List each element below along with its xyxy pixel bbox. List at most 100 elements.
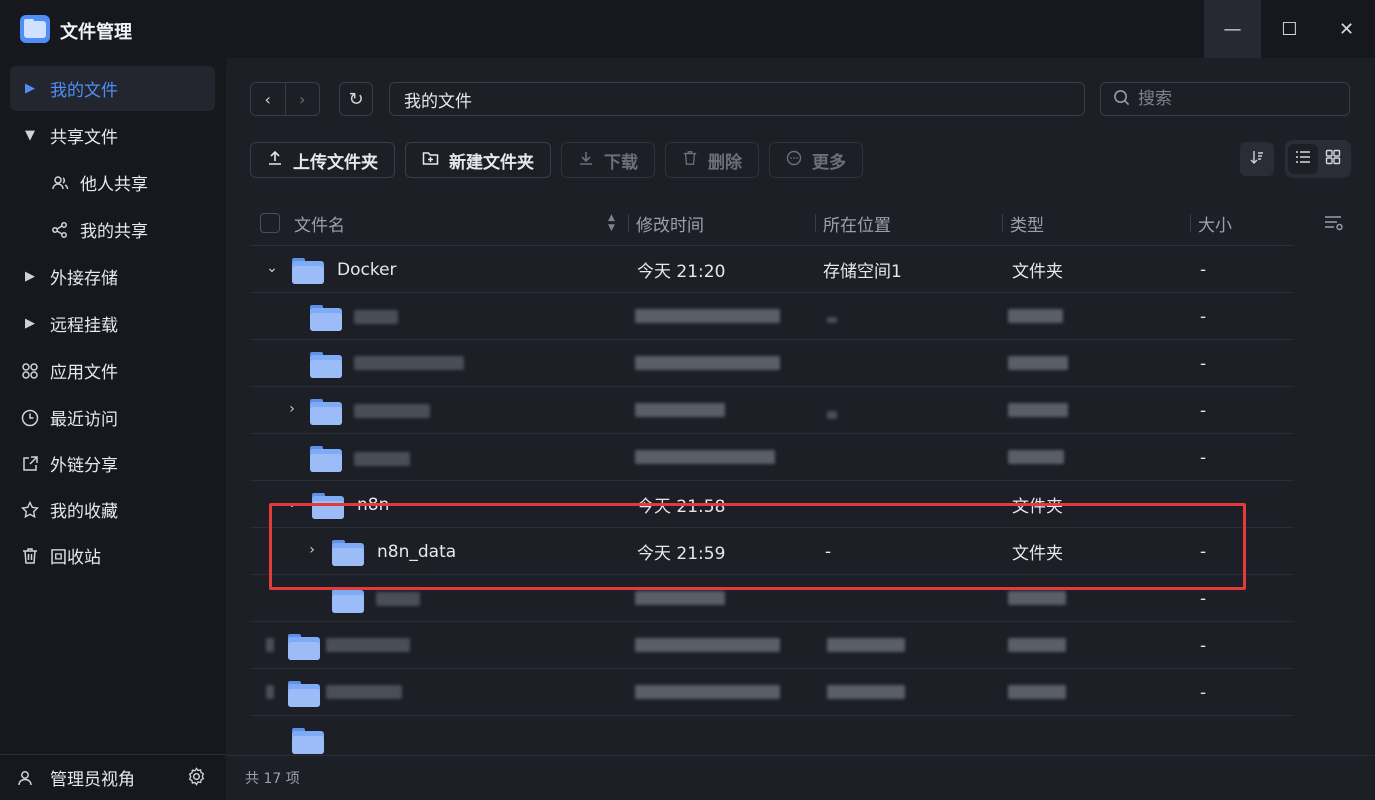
gear-icon[interactable] <box>187 767 206 791</box>
sidebar-item-label: 我的收藏 <box>50 502 118 522</box>
table-row[interactable] <box>250 716 1294 756</box>
redacted-text <box>266 685 274 699</box>
title-bar: 文件管理 — ☐ ✕ <box>0 0 1375 58</box>
new-folder-label: 新建文件夹 <box>449 152 534 173</box>
file-type: 文件夹 <box>1012 262 1063 282</box>
table-row[interactable]: › - <box>250 387 1294 434</box>
minimize-button[interactable]: — <box>1204 0 1261 58</box>
sort-icon <box>1249 149 1265 169</box>
folder-icon <box>310 305 342 331</box>
sidebar-item-trash[interactable]: 回收站 <box>10 533 215 578</box>
more-label: 更多 <box>812 152 846 173</box>
table-row[interactable]: - <box>250 293 1294 340</box>
history-nav: ‹ › <box>250 82 320 116</box>
table-row[interactable]: - <box>250 434 1294 481</box>
chevron-right-icon[interactable]: › <box>284 401 300 417</box>
sidebar-item-my-files[interactable]: ▶ 我的文件 <box>10 66 215 111</box>
upload-icon <box>267 150 283 170</box>
file-size: - <box>1200 494 1207 515</box>
sidebar-item-recent[interactable]: 最近访问 <box>10 395 215 440</box>
column-name[interactable]: 文件名 <box>294 200 345 246</box>
redacted-text <box>266 638 274 652</box>
file-size: - <box>1200 682 1207 703</box>
table-row[interactable]: - <box>250 669 1294 716</box>
redacted-text <box>635 309 780 323</box>
refresh-button[interactable]: ↻ <box>339 82 373 116</box>
table-row[interactable]: - <box>250 340 1294 387</box>
new-folder-button[interactable]: 新建文件夹 <box>405 142 551 178</box>
file-modified: 今天 21:59 <box>637 544 726 564</box>
close-button[interactable]: ✕ <box>1318 0 1375 58</box>
sidebar-item-favorites[interactable]: 我的收藏 <box>10 487 215 532</box>
sidebar-item-app-files[interactable]: 应用文件 <box>10 348 215 393</box>
chevron-down-icon[interactable]: ⌄ <box>284 495 300 511</box>
column-settings-icon[interactable] <box>1324 214 1344 237</box>
more-icon <box>786 150 802 170</box>
sort-arrows-icon[interactable]: ▲ ▼ <box>608 213 615 233</box>
chevron-right-icon[interactable]: › <box>304 542 320 558</box>
maximize-button[interactable]: ☐ <box>1261 0 1318 58</box>
window-controls: — ☐ ✕ <box>1204 0 1375 58</box>
download-button[interactable]: 下载 <box>561 142 655 178</box>
chevron-right-icon: › <box>299 89 306 109</box>
file-type: 文件夹 <box>1012 544 1063 564</box>
table-row[interactable]: ⌄ n8n 今天 21:58 - 文件夹 - <box>250 481 1294 528</box>
sidebar-item-label: 远程挂载 <box>50 316 118 336</box>
more-button[interactable]: 更多 <box>769 142 863 178</box>
search-box <box>1100 82 1350 116</box>
file-modified: 今天 21:20 <box>637 262 726 282</box>
sidebar-item-label: 外接存储 <box>50 269 118 289</box>
file-list: ⌄ Docker 今天 21:20 存储空间1 文件夹 - - - › - - … <box>250 246 1294 756</box>
users-icon <box>40 174 80 192</box>
file-location: 存储空间1 <box>823 262 902 282</box>
share-icon <box>40 221 80 239</box>
sidebar-item-label: 他人共享 <box>80 175 148 195</box>
caret-down-icon: ▼ <box>25 128 35 143</box>
delete-button[interactable]: 删除 <box>665 142 759 178</box>
select-all-checkbox[interactable] <box>260 213 280 233</box>
table-row[interactable]: › n8n_data 今天 21:59 - 文件夹 - <box>250 528 1294 575</box>
sidebar-item-external-storage[interactable]: ▶ 外接存储 <box>10 254 215 299</box>
table-row[interactable]: - <box>250 622 1294 669</box>
search-input[interactable] <box>1138 89 1338 109</box>
file-size: - <box>1200 588 1207 609</box>
forward-button[interactable]: › <box>286 83 320 115</box>
sort-button[interactable] <box>1240 142 1274 176</box>
sidebar: ▶ 我的文件 ▼ 共享文件 他人共享 我的共享 ▶ 外接存储 ▶ 远程挂载 应用… <box>0 58 226 800</box>
list-view-button[interactable] <box>1288 144 1318 174</box>
folder-icon <box>332 540 364 566</box>
sidebar-item-remote-mount[interactable]: ▶ 远程挂载 <box>10 301 215 346</box>
search-icon <box>1113 89 1130 110</box>
main-panel: ‹ › ↻ 我的文件 上传文件夹 新建文件夹 下载 <box>226 58 1375 800</box>
back-button[interactable]: ‹ <box>251 83 286 115</box>
status-bar: 共 17 项 <box>226 755 1375 800</box>
user-icon <box>0 769 50 787</box>
list-icon <box>1295 149 1311 169</box>
redacted-text <box>635 638 780 652</box>
folder-icon <box>332 587 364 613</box>
sidebar-item-link-share[interactable]: 外链分享 <box>10 441 215 486</box>
upload-folder-button[interactable]: 上传文件夹 <box>250 142 395 178</box>
table-row[interactable]: - <box>250 575 1294 622</box>
column-location[interactable]: 所在位置 <box>815 200 891 246</box>
file-name: n8n <box>357 494 390 515</box>
sidebar-item-my-shares[interactable]: 我的共享 <box>10 207 215 252</box>
redacted-text <box>354 356 464 370</box>
redacted-text <box>1008 685 1066 699</box>
sidebar-item-shared-files[interactable]: ▼ 共享文件 <box>10 113 215 158</box>
table-row[interactable]: ⌄ Docker 今天 21:20 存储空间1 文件夹 - <box>250 246 1294 293</box>
redacted-text <box>635 450 775 464</box>
redacted-text <box>827 317 837 323</box>
path-bar[interactable]: 我的文件 <box>389 82 1085 116</box>
grid-view-button[interactable] <box>1318 144 1348 174</box>
column-modified[interactable]: 修改时间 <box>628 200 704 246</box>
redacted-text <box>1008 591 1066 605</box>
column-size[interactable]: 大小 <box>1190 200 1232 246</box>
admin-view-toggle[interactable]: 管理员视角 <box>0 754 226 800</box>
sidebar-item-label: 外链分享 <box>50 456 118 476</box>
sidebar-item-shared-with-me[interactable]: 他人共享 <box>10 160 215 205</box>
apps-icon <box>10 362 50 380</box>
chevron-down-icon[interactable]: ⌄ <box>264 260 280 276</box>
column-type[interactable]: 类型 <box>1002 200 1044 246</box>
admin-view-label: 管理员视角 <box>50 770 135 790</box>
